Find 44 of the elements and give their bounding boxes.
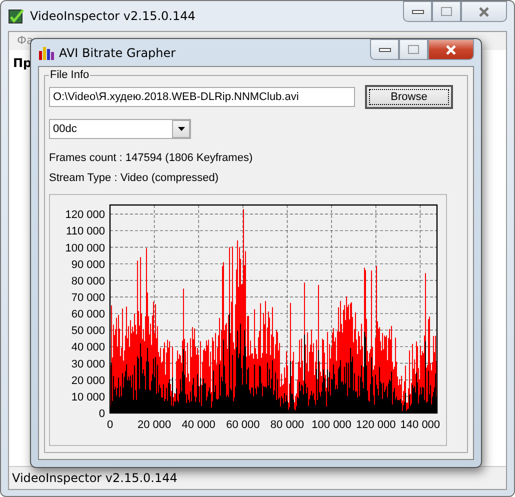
x-axis-label: 140 000: [400, 419, 440, 431]
section-heading: Пр: [13, 56, 32, 70]
y-axis-label: 60 000: [71, 308, 105, 321]
maximize-icon: [441, 7, 452, 16]
file-path-field[interactable]: O:\Video\Я.худею.2018.WEB-DLRip.NNMClub.avi: [49, 87, 355, 107]
y-axis-label: 50 000: [71, 325, 105, 338]
close-icon: [478, 6, 490, 16]
x-axis-label: 80 000: [270, 419, 304, 431]
y-axis-label: 110 000: [66, 226, 105, 238]
minimize-icon: [412, 8, 424, 14]
dropdown-arrow-icon: [178, 127, 184, 131]
y-axis-label: 120 000: [65, 209, 105, 222]
x-axis-label: 120 000: [356, 419, 396, 431]
y-axis-label: 0: [98, 408, 105, 420]
maximize-icon: [408, 45, 419, 54]
stream-type: Stream Type : Video (compressed): [49, 172, 220, 184]
browse-button[interactable]: Browse: [365, 85, 453, 109]
minimize-icon: [378, 46, 390, 52]
x-axis-label: 20 000: [137, 419, 172, 431]
minimize-button[interactable]: [403, 1, 432, 22]
group-label: File Info: [49, 69, 90, 81]
bar-chart-icon: [38, 44, 54, 60]
close-button[interactable]: [461, 1, 507, 22]
stream-dropdown[interactable]: 00dc: [49, 119, 191, 139]
minimize-button[interactable]: [370, 39, 399, 60]
frames-count: Frames count : 147594 (1806 Keyframes): [49, 152, 254, 164]
status-bar: VideoInspector v2.15.0.144: [9, 466, 506, 489]
x-axis-label: 0: [106, 419, 114, 431]
y-axis-label: 100 000: [65, 242, 105, 254]
close-icon: [445, 44, 457, 54]
y-axis-label: 30 000: [71, 358, 105, 370]
y-axis-label: 20 000: [71, 374, 105, 387]
close-button[interactable]: [428, 39, 474, 60]
y-axis-label: 80 000: [71, 275, 105, 288]
x-axis-label: 100 000: [312, 419, 352, 431]
app-icon: [8, 8, 24, 24]
dialog-title: AVI Bitrate Grapher: [59, 46, 176, 60]
y-axis-label: 70 000: [71, 292, 105, 304]
y-axis-label: 40 000: [71, 342, 105, 354]
y-axis-label: 90 000: [71, 258, 105, 271]
x-axis-label: 60 000: [226, 419, 260, 431]
x-axis-label: 40 000: [182, 419, 216, 431]
y-axis-label: 10 000: [71, 391, 105, 404]
window-title: VideoInspector v2.15.0.144: [30, 9, 196, 23]
